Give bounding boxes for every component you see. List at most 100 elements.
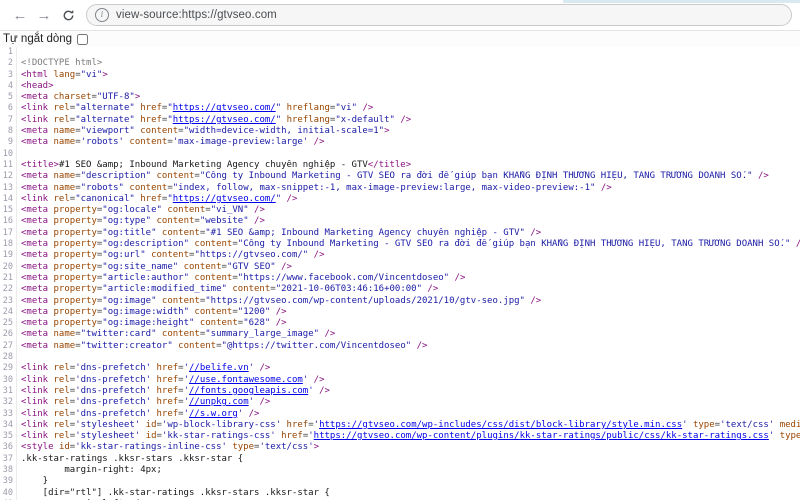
source-token: "index, follow, max-snippet:-1, max-imag… — [172, 182, 596, 193]
source-token: id — [145, 419, 157, 430]
source-token: "summary_large_image" — [205, 329, 320, 340]
source-token: property — [53, 261, 97, 272]
line-number: 13 — [0, 182, 17, 194]
back-button[interactable]: ← — [8, 3, 32, 27]
source-token: /> — [254, 363, 271, 374]
address-bar[interactable]: i view-source:https://gtvseo.com — [86, 4, 792, 26]
source-token: href — [140, 114, 162, 125]
source-token: property — [53, 272, 97, 283]
source-token: 'dns-prefetch' — [75, 408, 157, 419]
source-token: href — [156, 374, 179, 385]
source-token: /> — [270, 318, 287, 329]
source-token: /> — [752, 171, 769, 182]
line-code: <meta name="twitter:card" content="summa… — [17, 329, 335, 340]
source-link[interactable]: //unpkg.com — [189, 397, 249, 407]
source-token: "https://gtvseo.com/" — [194, 250, 309, 261]
source-line: 35 <link rel='stylesheet' id='kk-star-rat… — [0, 431, 800, 443]
source-line: 40 [dir="rtl"] .kk-star-ratings .kksr-st… — [0, 487, 800, 499]
source-token: 'wp-block-library-css' — [161, 419, 287, 430]
source-link[interactable]: https://gtvseo.com/ — [173, 103, 276, 113]
line-code: <link rel='stylesheet' id='wp-block-libr… — [17, 420, 800, 431]
line-code: <link rel='dns-prefetch' href='//unpkg.c… — [17, 397, 270, 408]
page-info-icon[interactable]: i — [95, 8, 109, 22]
source-line: 1 — [0, 47, 800, 59]
source-token: rel — [53, 431, 70, 442]
source-line: 22 <meta property="article:modified_time"… — [0, 284, 800, 296]
source-token: hreflang — [286, 103, 330, 114]
source-token: content — [151, 250, 190, 261]
source-token: /> — [254, 397, 271, 408]
line-number: 15 — [0, 205, 17, 217]
source-token: > — [102, 69, 108, 80]
line-code: <html lang="vi"> — [17, 70, 108, 81]
source-line: 11 <title>#1 SEO &amp; Inbound Marketing … — [0, 159, 800, 172]
source-token: rel — [53, 419, 70, 430]
source-token: > — [134, 92, 141, 103]
source-token: href — [156, 385, 179, 396]
source-link[interactable]: //use.fontawesome.com — [189, 375, 303, 385]
source-token: <meta — [21, 205, 54, 216]
source-token: > — [384, 126, 390, 137]
line-code: <meta name="twitter:creator" content="@h… — [17, 341, 427, 352]
source-line: 25 <meta property="og:image:height" conte… — [0, 318, 800, 330]
source-link[interactable]: //s.w.org — [189, 409, 238, 419]
source-link[interactable]: https://gtvseo.com/ — [173, 115, 276, 125]
source-token: content — [232, 284, 271, 295]
source-token: ' — [768, 431, 780, 442]
source-token: content — [129, 137, 168, 148]
line-number: 9 — [0, 137, 17, 149]
source-token: rel — [53, 385, 70, 396]
line-code: <link rel='dns-prefetch' href='//use.fon… — [17, 375, 325, 386]
source-line: 8 <meta name="viewport" content="width=de… — [0, 126, 800, 138]
source-token: content — [129, 182, 168, 193]
source-token: /> — [524, 227, 542, 238]
source-token: <link — [21, 419, 54, 430]
source-token: rel — [53, 103, 70, 114]
line-number: 29 — [0, 363, 17, 375]
line-number: 26 — [0, 329, 17, 341]
source-token: " — [275, 114, 287, 125]
source-token: <meta — [21, 137, 54, 148]
source-token: href — [281, 431, 303, 442]
source-token: media — [779, 419, 800, 430]
source-view: 1 2 <!DOCTYPE html> 3 <html lang="vi"> 4 <head… — [0, 47, 800, 500]
source-link[interactable]: //fonts.googleapis.com — [189, 386, 308, 396]
source-link[interactable]: https://gtvseo.com/wp-content/plugins/kk… — [314, 431, 769, 441]
line-wrap-label[interactable]: Tự ngắt dòng — [3, 33, 72, 45]
line-number: 14 — [0, 193, 17, 206]
line-number: 5 — [0, 92, 17, 104]
wrap-checkbox[interactable] — [77, 33, 89, 45]
source-line: 33 <link rel='dns-prefetch' href='//s.w.o… — [0, 408, 800, 420]
reload-button[interactable] — [56, 3, 80, 27]
source-line: 23 <meta property="og:image" content="htt… — [0, 295, 800, 307]
line-number: 23 — [0, 295, 17, 307]
forward-button[interactable]: → — [32, 3, 56, 27]
source-token: 'max-image-preview:large' — [172, 137, 309, 148]
source-token: <meta — [21, 227, 54, 238]
source-token: <meta — [21, 126, 54, 137]
source-token: "https://gtvseo.com/wp-content/uploads/2… — [205, 295, 525, 306]
source-token: <meta — [21, 295, 54, 306]
source-link[interactable]: https://gtvseo.com/ — [173, 194, 276, 204]
line-code: <meta charset="UTF-8"> — [17, 92, 140, 103]
source-token: "vi" — [335, 103, 358, 114]
source-token: 'stylesheet' — [75, 419, 146, 430]
source-token: "UTF-8" — [96, 92, 135, 103]
source-line: 18 <meta property="og:description" conten… — [0, 239, 800, 251]
source-token: /> — [524, 295, 542, 306]
source-line: 12 <meta name="description" content="Công… — [0, 171, 800, 183]
source-token: href — [156, 397, 179, 408]
source-token: [dir="rtl"] .kk-star-ratings .kksr-stars… — [21, 487, 330, 498]
line-number: 16 — [0, 216, 17, 228]
source-token: property — [53, 318, 97, 329]
line-code: } — [17, 476, 48, 487]
source-token: href — [156, 363, 179, 374]
source-token: <meta — [21, 216, 54, 227]
line-number: 27 — [0, 340, 17, 353]
source-line: 16 <meta property="og:type" content="webs… — [0, 216, 800, 228]
source-token: rel — [53, 408, 70, 419]
source-link[interactable]: //belife.vn — [189, 363, 249, 373]
line-number: 36 — [0, 442, 17, 454]
source-link[interactable]: https://gtvseo.com/wp-includes/css/dist/… — [319, 420, 682, 430]
source-token: <link — [21, 408, 54, 419]
